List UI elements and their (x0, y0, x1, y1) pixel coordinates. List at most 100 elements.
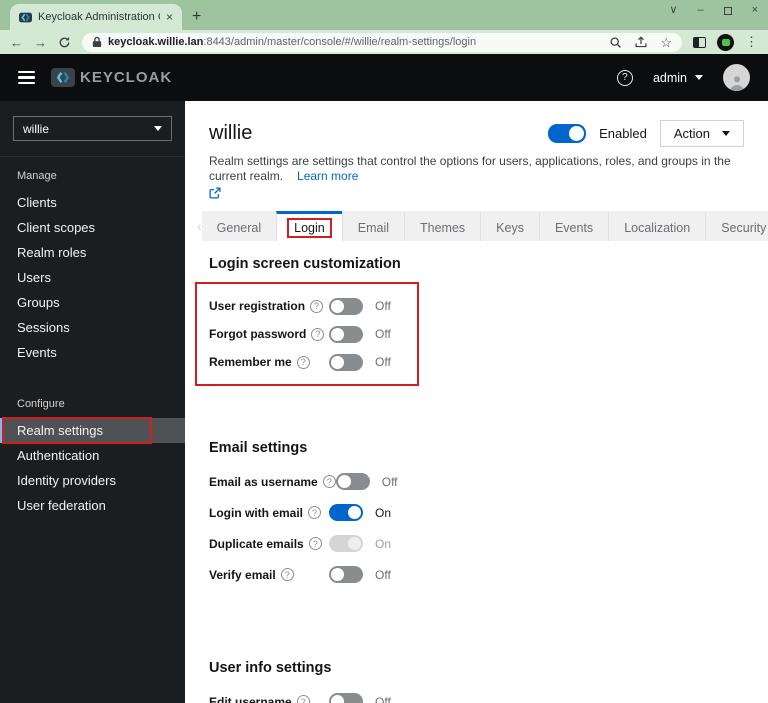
setting-row-email-as-username: Email as username? Off (209, 466, 744, 497)
window-maximize-icon[interactable] (723, 6, 732, 15)
tab-events[interactable]: Events (538, 211, 609, 241)
setting-label: Edit username (209, 694, 292, 703)
tab-login[interactable]: Login (276, 211, 342, 241)
sidebar-item-authentication[interactable]: Authentication (0, 443, 185, 468)
sidebar-item-realm-settings[interactable]: Realm settings (0, 417, 185, 444)
tab-localization[interactable]: Localization (608, 211, 706, 241)
edit-username-toggle[interactable] (329, 693, 363, 703)
search-icon[interactable] (609, 36, 622, 49)
sidebar-item-users[interactable]: Users (0, 265, 185, 290)
setting-row-remember-me: Remember me? Off (209, 348, 391, 376)
keycloak-masthead: KEYCLOAK ? admin (0, 54, 768, 101)
login-with-email-toggle[interactable] (329, 504, 363, 521)
help-question-icon[interactable]: ? (308, 506, 322, 519)
setting-label-wrap: User registration? (209, 299, 329, 313)
help-question-icon[interactable]: ? (322, 475, 336, 488)
extension-avatar-icon[interactable] (717, 33, 734, 51)
forward-icon[interactable]: → (34, 36, 47, 49)
sidebar-item-realm-roles[interactable]: Realm roles (0, 240, 185, 265)
sidebar-item-identity-providers[interactable]: Identity providers (0, 468, 185, 493)
setting-label-wrap: Email as username? (209, 475, 336, 489)
new-tab-button[interactable]: + (192, 9, 201, 25)
share-icon[interactable] (634, 35, 648, 49)
remember-me-toggle[interactable] (329, 353, 363, 371)
window-minimize-icon[interactable]: – (697, 5, 703, 16)
sidebar-item-sessions[interactable]: Sessions (0, 315, 185, 340)
setting-row-forgot-password: Forgot password? Off (209, 320, 391, 348)
external-link-icon[interactable] (209, 187, 221, 199)
verify-email-toggle[interactable] (329, 566, 363, 583)
browser-tab-title: Keycloak Administration Console (38, 11, 160, 23)
sidebar: willie Manage Clients Client scopes Realm r… (0, 101, 185, 703)
sidebar-item-user-federation[interactable]: User federation (0, 493, 185, 518)
window-chevron-icon[interactable]: ∨ (669, 5, 677, 16)
settings-sections: Login screen customization User registrat… (185, 241, 768, 703)
tab-list: General Login Email Themes Keys Events Localiz… (201, 211, 768, 241)
tab-keys[interactable]: Keys (480, 211, 539, 241)
realm-name: willie (23, 121, 50, 136)
keycloak-logo-icon (51, 68, 75, 87)
omnibox-icons: ☆ (609, 36, 672, 49)
forgot-password-toggle[interactable] (329, 325, 363, 343)
email-as-username-toggle[interactable] (335, 473, 370, 490)
help-question-icon[interactable]: ? (296, 355, 310, 369)
action-dropdown-button[interactable]: Action (659, 120, 744, 147)
annotation-box: Login (287, 217, 332, 238)
browser-tab[interactable]: Keycloak Administration Console × (10, 4, 182, 30)
side-panel-icon[interactable] (693, 36, 706, 48)
toggle-rows: Email as username? Off Login with email? On… (209, 466, 744, 590)
tab-general[interactable]: General (201, 211, 277, 241)
setting-label: Login with email (209, 505, 304, 520)
setting-label-wrap: Edit username? (209, 695, 329, 703)
refresh-icon[interactable] (58, 36, 71, 49)
toggle-state-label: Off (375, 327, 391, 341)
url-bar[interactable]: keycloak.willie.lan:8443/admin/master/co… (82, 32, 682, 52)
hamburger-menu-icon[interactable] (18, 70, 35, 85)
window-controls: ∨ – × (669, 5, 758, 16)
sidebar-item-events[interactable]: Events (0, 340, 185, 365)
tab-themes[interactable]: Themes (404, 211, 481, 241)
toggle-state-label: Off (375, 299, 391, 313)
help-question-icon[interactable]: ? (311, 327, 325, 341)
section-heading: Login screen customization (209, 256, 401, 272)
keycloak-brand[interactable]: KEYCLOAK (51, 68, 172, 87)
setting-row-duplicate-emails: Duplicate emails? On (209, 528, 744, 559)
toggle-state-label: On (375, 536, 392, 551)
help-question-icon[interactable]: ? (308, 537, 322, 550)
help-question-icon[interactable]: ? (296, 695, 310, 703)
realm-selector[interactable]: willie (13, 116, 172, 141)
setting-label-wrap: Login with email? (209, 506, 329, 520)
setting-label: User registration (209, 299, 306, 313)
brand-name: KEYCLOAK (80, 69, 173, 86)
sidebar-item-client-scopes[interactable]: Client scopes (0, 215, 185, 240)
setting-label: Verify email (209, 567, 276, 582)
toggle-state-label: Off (375, 355, 391, 369)
padlock-icon[interactable] (92, 36, 102, 48)
section-heading: Email settings (209, 440, 308, 456)
setting-label: Duplicate emails (209, 536, 304, 551)
avatar[interactable] (723, 64, 750, 91)
user-registration-toggle[interactable] (329, 297, 363, 315)
tab-email[interactable]: Email (341, 211, 405, 241)
section-heading: User info settings (209, 660, 332, 676)
help-question-icon[interactable]: ? (310, 299, 324, 313)
action-label: Action (673, 126, 710, 141)
enabled-label: Enabled (599, 126, 647, 141)
browser-menu-icon[interactable]: ⋮ (745, 34, 758, 50)
page-header: willie Enabled Action Realm settings are… (185, 101, 768, 200)
realm-enabled-toggle[interactable] (548, 124, 587, 143)
learn-more-link[interactable]: Learn more (297, 169, 358, 183)
back-icon[interactable]: ← (10, 36, 23, 49)
bookmark-star-icon[interactable]: ☆ (660, 36, 672, 49)
setting-label-wrap: Remember me? (209, 355, 329, 369)
sidebar-item-clients[interactable]: Clients (0, 190, 185, 215)
url-domain: keycloak.willie.lan (108, 36, 204, 48)
window-close-icon[interactable]: × (752, 5, 758, 16)
help-question-icon[interactable]: ? (280, 568, 294, 581)
tab-security-defenses[interactable]: Security defenses (705, 211, 768, 241)
user-menu[interactable]: admin (653, 71, 703, 85)
nav-section-label-configure: Configure (17, 398, 65, 410)
tab-close-icon[interactable]: × (166, 10, 173, 24)
sidebar-item-groups[interactable]: Groups (0, 290, 185, 315)
help-icon[interactable]: ? (616, 69, 633, 86)
